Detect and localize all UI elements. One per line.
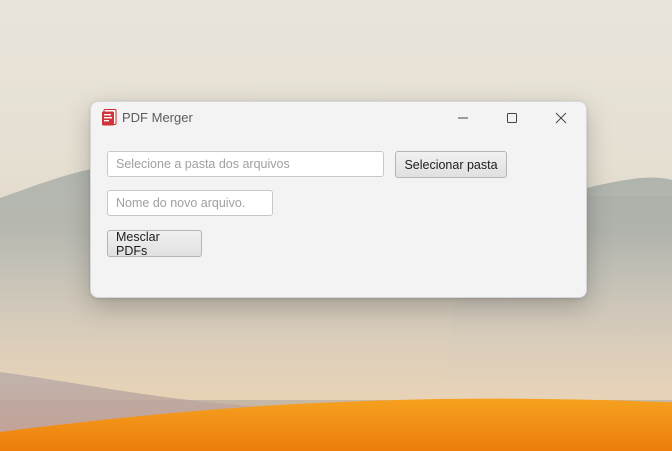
merge-pdfs-button[interactable]: Mesclar PDFs (107, 230, 202, 258)
window-title: PDF Merger (122, 110, 193, 125)
new-filename-input[interactable] (107, 190, 273, 216)
folder-path-input[interactable] (107, 151, 384, 177)
maximize-button[interactable] (489, 102, 535, 134)
select-folder-button[interactable]: Selecionar pasta (395, 151, 507, 178)
pdf-file-icon (102, 109, 117, 126)
pdf-merger-window: PDF Merger Selecionar pasta (90, 101, 587, 298)
close-icon (555, 112, 567, 124)
close-button[interactable] (538, 102, 584, 134)
maximize-icon (507, 113, 517, 123)
minimize-icon (458, 117, 468, 119)
title-bar[interactable]: PDF Merger (91, 102, 586, 134)
window-content: Selecionar pasta Mesclar PDFs (91, 134, 586, 297)
desktop: PDF Merger Selecionar pasta (0, 0, 672, 451)
minimize-button[interactable] (440, 102, 486, 134)
